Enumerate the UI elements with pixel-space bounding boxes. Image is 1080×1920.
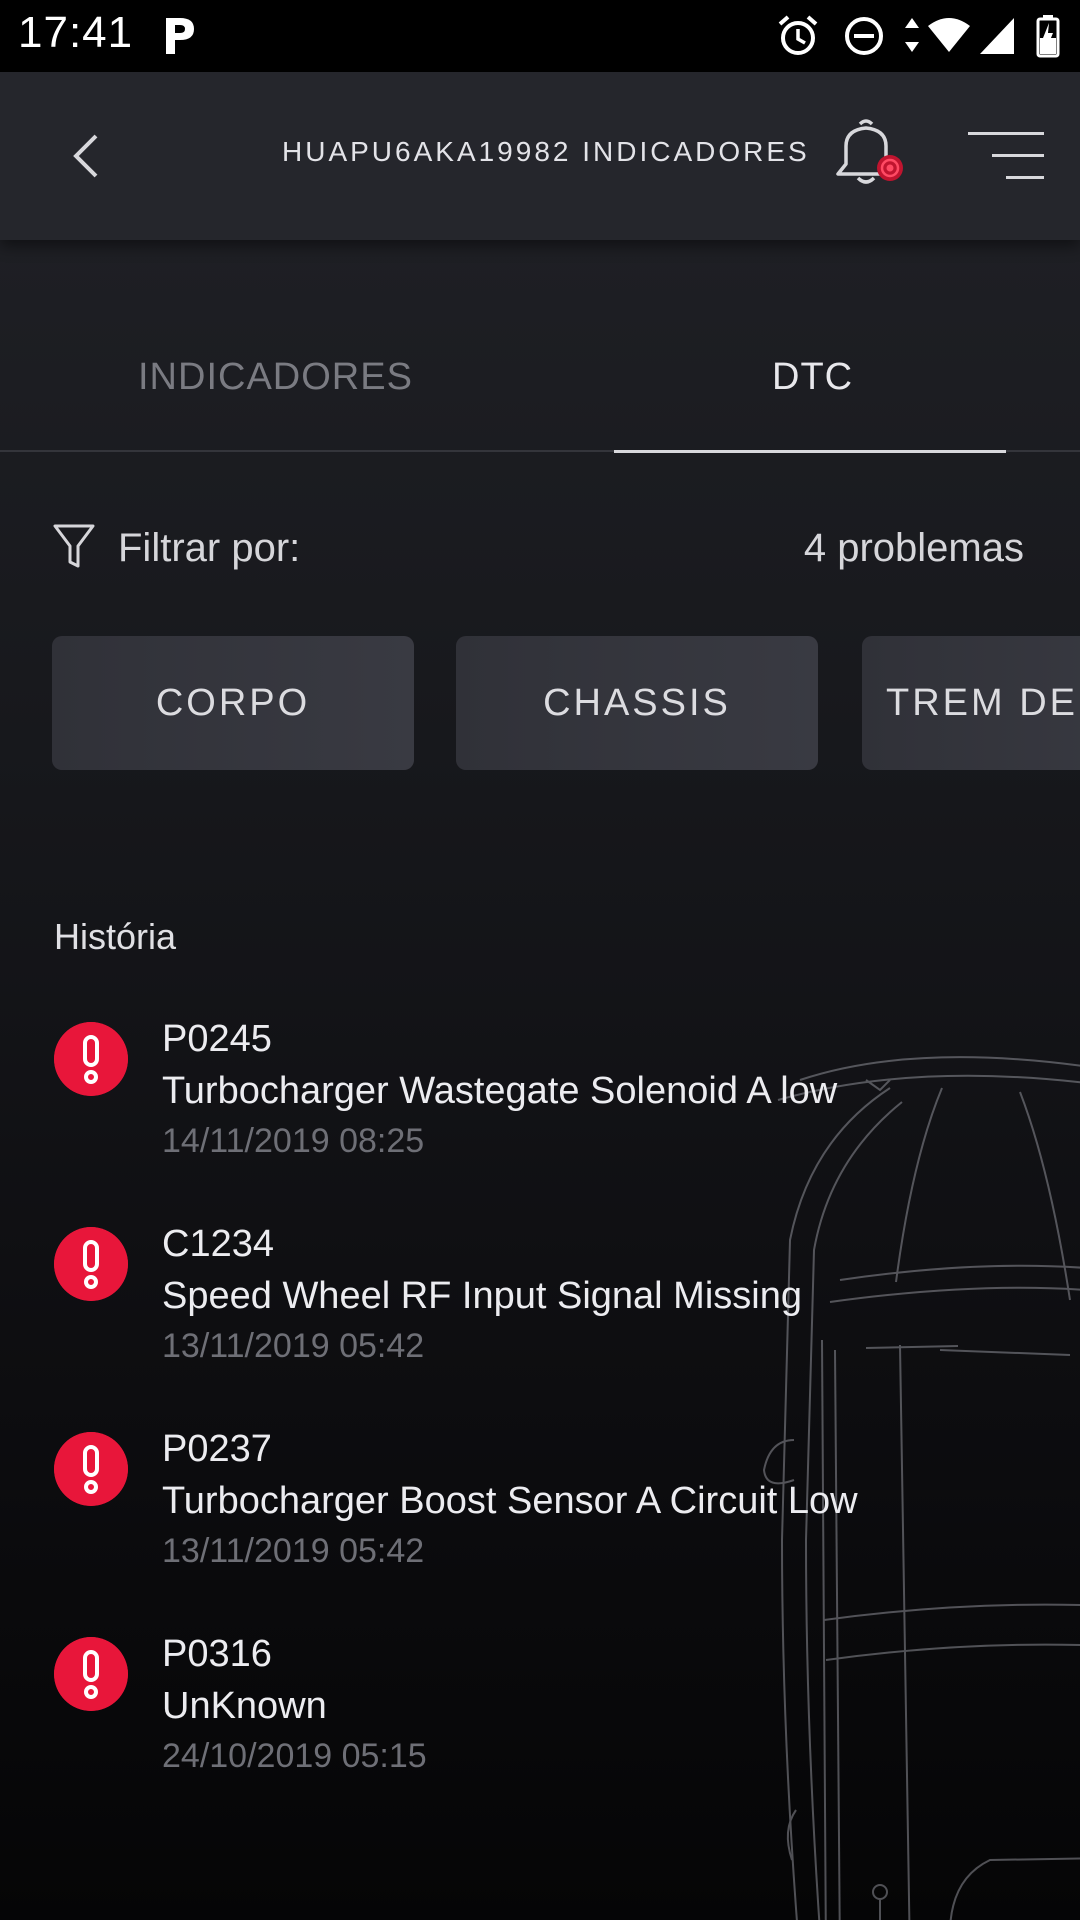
dtc-code: P0245 — [162, 1018, 272, 1060]
data-arrows-icon — [905, 18, 919, 52]
dtc-code: P0316 — [162, 1633, 272, 1675]
dtc-list-item[interactable]: P0316 UnKnown 24/10/2019 05:15 — [0, 1633, 1080, 1803]
menu-icon[interactable] — [966, 128, 1046, 184]
problem-count: 4 problemas — [803, 526, 1024, 570]
active-tab-indicator — [614, 450, 1006, 453]
dtc-description: Turbocharger Wastegate Solenoid A low — [162, 1070, 838, 1112]
dtc-date: 13/11/2019 05:42 — [162, 1327, 425, 1365]
dtc-date: 24/10/2019 05:15 — [162, 1737, 427, 1775]
filter-chip-chassis[interactable]: CHASSIS — [456, 636, 818, 770]
alert-icon — [54, 1432, 128, 1506]
battery-charging-icon — [1036, 15, 1060, 58]
alert-icon — [54, 1227, 128, 1301]
wifi-icon — [928, 18, 970, 52]
dtc-code: P0237 — [162, 1428, 272, 1470]
dtc-description: Speed Wheel RF Input Signal Missing — [162, 1275, 802, 1317]
main-content: INDICADORES DTC Filtrar por: 4 problemas… — [0, 240, 1080, 1920]
dtc-list-item[interactable]: P0237 Turbocharger Boost Sensor A Circui… — [0, 1428, 1080, 1598]
dtc-description: UnKnown — [162, 1685, 327, 1727]
filter-icon[interactable] — [52, 522, 96, 572]
dtc-list-item[interactable]: P0245 Turbocharger Wastegate Solenoid A … — [0, 1018, 1080, 1188]
tab-bar: INDICADORES DTC — [0, 240, 1080, 453]
history-title: História — [54, 916, 177, 957]
do-not-disturb-icon — [845, 17, 883, 55]
parking-icon — [166, 18, 194, 54]
bell-icon[interactable] — [826, 114, 906, 194]
dtc-date: 13/11/2019 05:42 — [162, 1532, 425, 1570]
tab-dtc[interactable]: DTC — [772, 356, 853, 399]
alert-icon — [54, 1022, 128, 1096]
filter-chip-corpo[interactable]: CORPO — [52, 636, 414, 770]
signal-icon — [980, 18, 1014, 54]
status-bar: 17:41 — [0, 0, 1080, 72]
dtc-date: 14/11/2019 08:25 — [162, 1122, 425, 1160]
filter-label: Filtrar por: — [118, 526, 301, 570]
app-bar: HUAPU6AKA19982 INDICADORES — [0, 72, 1080, 240]
filter-chip-trem-de[interactable]: TREM DE — [862, 636, 1080, 770]
alert-icon — [54, 1637, 128, 1711]
filter-row: Filtrar por: 4 problemas — [0, 522, 1080, 582]
alarm-icon — [778, 15, 818, 55]
status-time: 17:41 — [18, 8, 134, 57]
back-icon[interactable] — [60, 124, 116, 188]
dtc-code: C1234 — [162, 1223, 274, 1265]
page-title: HUAPU6AKA19982 INDICADORES — [282, 136, 810, 167]
tab-indicadores[interactable]: INDICADORES — [138, 356, 413, 399]
dtc-description: Turbocharger Boost Sensor A Circuit Low — [162, 1480, 858, 1522]
dtc-list-item[interactable]: C1234 Speed Wheel RF Input Signal Missin… — [0, 1223, 1080, 1393]
